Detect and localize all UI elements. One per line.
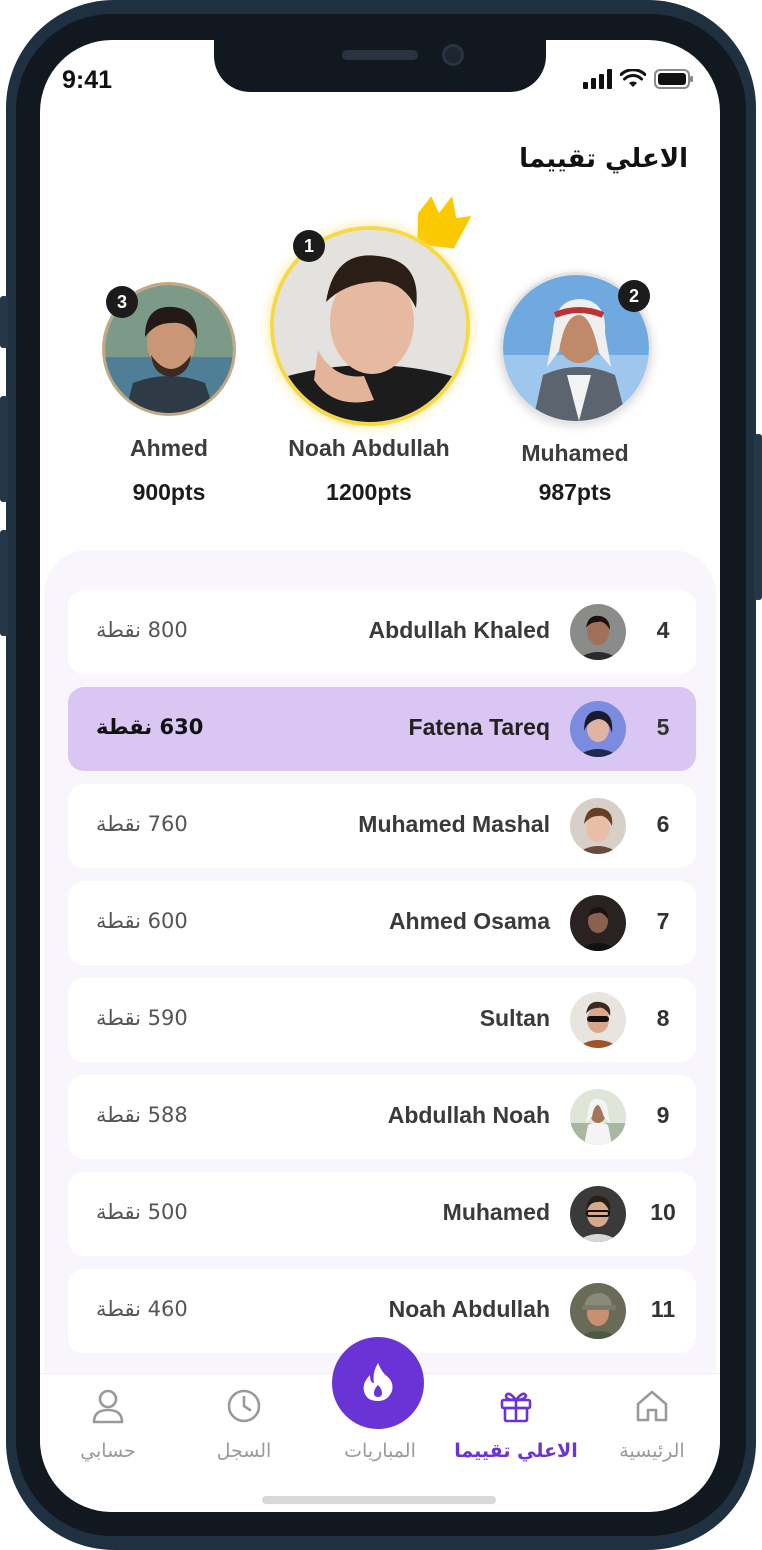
row-rank: 7: [656, 908, 670, 934]
podium-rank-badge: 3: [106, 286, 138, 318]
row-name: Abdullah Noah: [387, 1102, 550, 1128]
row-points: 500 نقطة: [96, 1200, 188, 1224]
row-name: Abdullah Khaled: [368, 617, 550, 643]
row-rank: 10: [650, 1199, 676, 1225]
row-rank: 5: [656, 714, 670, 740]
tab-label: الرئيسية: [619, 1440, 685, 1462]
row-points: 760 نقطة: [96, 812, 188, 836]
leaderboard-row[interactable]: 7 Ahmed Osama 600 نقطة: [68, 881, 696, 965]
avatar: [570, 1186, 626, 1242]
avatar: [570, 604, 626, 660]
leaderboard-row[interactable]: 8 Sultan 590 نقطة: [68, 978, 696, 1062]
leaderboard-row[interactable]: 6 Muhamed Mashal 760 نقطة: [68, 784, 696, 868]
wifi-icon: [620, 69, 646, 87]
leaderboard-row[interactable]: 4 Abdullah Khaled 800 نقطة: [68, 590, 696, 674]
podium-name-second: Muhamed: [521, 440, 629, 466]
phone-side-button: [0, 396, 8, 502]
row-name: Muhamed Mashal: [358, 811, 550, 837]
screen: 9:41 الاعلي تقييما 1 Noah Abdullah 1200p…: [40, 40, 720, 1512]
tab-home[interactable]: الرئيسية: [584, 1374, 720, 1484]
tab-label: حسابي: [80, 1440, 136, 1462]
row-rank: 8: [656, 1005, 670, 1031]
row-name: Noah Abdullah: [388, 1296, 550, 1322]
podium-points-third: 900pts: [132, 479, 206, 505]
row-points: 460 نقطة: [96, 1297, 188, 1321]
page-title: الاعلي تقييما: [519, 144, 688, 174]
home-icon: [636, 1390, 668, 1422]
avatar: [570, 1283, 626, 1339]
tab-top-rated[interactable]: الاعلي تقييما: [448, 1374, 584, 1484]
speaker: [342, 50, 418, 60]
row-points: 590 نقطة: [96, 1006, 188, 1030]
row-points: 588 نقطة: [96, 1103, 188, 1127]
podium-name-third: Ahmed: [130, 435, 208, 461]
row-name: Muhamed: [442, 1199, 550, 1225]
phone-side-button: [0, 530, 8, 636]
row-points: 800 نقطة: [96, 618, 188, 642]
row-name: Ahmed Osama: [388, 908, 550, 934]
battery-icon: [654, 69, 693, 89]
row-rank: 9: [656, 1102, 670, 1128]
row-name: Fatena Tareq: [408, 714, 550, 740]
leaderboard-row[interactable]: 9 Abdullah Noah 588 نقطة: [68, 1075, 696, 1159]
avatar: [570, 798, 626, 854]
avatar: [570, 1089, 626, 1145]
matches-fab-button[interactable]: [332, 1337, 424, 1429]
row-points: 630 نقطة: [96, 715, 204, 739]
notch: [214, 40, 546, 92]
tab-history[interactable]: السجل: [176, 1374, 312, 1484]
camera: [442, 44, 464, 66]
status-time: 9:41: [62, 66, 113, 94]
podium-rank-badge: 1: [293, 230, 325, 262]
leaderboard-row-current-user[interactable]: 5 Fatena Tareq 630 نقطة: [68, 687, 696, 771]
flame-icon: [363, 1363, 393, 1401]
gift-icon: [500, 1392, 532, 1423]
status-icons: [582, 68, 694, 90]
row-rank: 11: [650, 1296, 676, 1322]
podium-points-second: 987pts: [538, 479, 612, 505]
leaderboard-row[interactable]: 10 Muhamed 500 نقطة: [68, 1172, 696, 1256]
avatar: [570, 701, 626, 757]
user-icon: [92, 1389, 124, 1424]
podium-rank-badge: 2: [618, 280, 650, 312]
row-points: 600 نقطة: [96, 909, 188, 933]
tab-label: الاعلي تقييما: [454, 1440, 578, 1462]
phone-side-button: [0, 296, 8, 348]
row-name: Sultan: [479, 1005, 550, 1031]
row-rank: 6: [656, 811, 670, 837]
tab-label: السجل: [216, 1440, 272, 1462]
avatar: [570, 992, 626, 1048]
home-indicator: [262, 1496, 496, 1504]
leaderboard-panel: 4 Abdullah Khaled 800 نقطة 5 Fatena Tare…: [44, 550, 716, 1450]
tab-label: المباريات: [344, 1440, 416, 1462]
clock-icon: [227, 1389, 261, 1423]
phone-side-button: [754, 434, 762, 600]
row-rank: 4: [656, 617, 670, 643]
tab-account[interactable]: حسابي: [40, 1374, 176, 1484]
avatar: [570, 895, 626, 951]
cellular-signal-icon: [583, 69, 612, 89]
